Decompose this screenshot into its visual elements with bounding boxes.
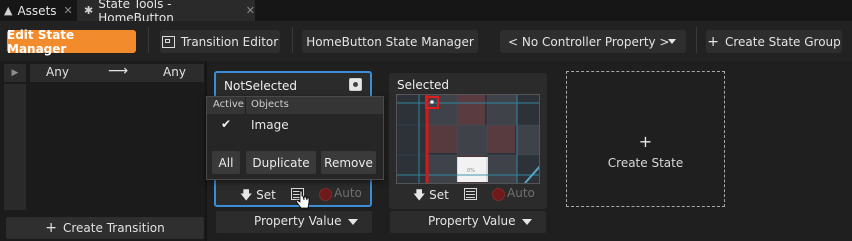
state-tools-icon: ✱ xyxy=(84,4,94,17)
property-value-dropdown[interactable]: Property Value xyxy=(216,211,372,233)
create-state-group-label: Create State Group xyxy=(724,34,841,49)
state-name: NotSelected xyxy=(224,79,298,93)
object-list-icon[interactable] xyxy=(464,188,477,200)
all-button[interactable]: All xyxy=(212,151,240,174)
set-label: Set xyxy=(256,188,276,202)
create-state-label: Create State xyxy=(607,156,684,170)
objects-table-header: Active Objects xyxy=(207,97,383,114)
plus-icon: + xyxy=(45,220,57,236)
plus-icon: + xyxy=(707,33,719,50)
remove-button[interactable]: Remove xyxy=(321,151,376,174)
plus-icon: + xyxy=(638,132,653,151)
create-transition-button[interactable]: + Create Transition xyxy=(6,217,204,239)
state-name: Selected xyxy=(397,78,450,92)
set-button[interactable]: 🡇 Set xyxy=(240,186,276,207)
column-active: Active xyxy=(213,99,244,110)
create-transition-label: Create Transition xyxy=(63,221,165,235)
set-button[interactable]: 🡇 Set xyxy=(413,186,449,207)
arrow-right-icon: ⟶ xyxy=(108,63,129,79)
all-label: All xyxy=(218,155,234,170)
active-checkbox[interactable]: ✔ xyxy=(221,117,231,131)
toolbar-divider xyxy=(292,27,293,53)
property-value-dropdown[interactable]: Property Value xyxy=(390,211,546,233)
toolbar-divider xyxy=(148,27,149,53)
state-manager-name-field[interactable]: HomeButton State Manager xyxy=(302,30,478,53)
transition-row[interactable]: ▶ Any ⟶ Any xyxy=(4,63,204,82)
chevron-down-icon xyxy=(348,219,358,225)
tab-bar: ▲ Assets ✕ ✱ State Tools - HomeButton ✕ xyxy=(0,0,852,25)
chevron-down-icon xyxy=(668,39,676,44)
transition-to: Any xyxy=(163,65,186,79)
arrow-down-icon: 🡇 xyxy=(413,188,426,202)
auto-record-icon[interactable] xyxy=(492,188,505,201)
state-preview-icon[interactable] xyxy=(349,78,362,91)
property-value-label: Property Value xyxy=(254,214,342,228)
duplicate-button[interactable]: Duplicate xyxy=(246,151,316,174)
chevron-down-icon xyxy=(522,219,532,225)
state-manager-name: HomeButton State Manager xyxy=(306,34,474,49)
play-icon[interactable]: ▶ xyxy=(4,64,26,82)
close-icon[interactable]: ✕ xyxy=(246,4,255,17)
edit-state-manager-label: Edit State Manager xyxy=(7,27,75,56)
tab-assets-label: Assets xyxy=(17,3,57,18)
column-divider xyxy=(245,97,246,114)
assets-icon: ▲ xyxy=(4,4,13,17)
close-icon[interactable]: ✕ xyxy=(64,4,73,17)
transition-editor-button[interactable]: Transition Editor xyxy=(160,30,280,53)
svg-text:0%: 0% xyxy=(467,168,475,174)
tab-assets[interactable]: ▲ Assets ✕ xyxy=(4,0,74,21)
transitions-panel xyxy=(0,61,205,241)
edit-state-manager-button[interactable]: Edit State Manager xyxy=(7,27,136,56)
auto-label: Auto xyxy=(334,186,362,200)
state-card-footer: 🡇 Set Auto xyxy=(389,185,547,203)
arrow-down-icon: 🡇 xyxy=(240,188,253,202)
set-label: Set xyxy=(429,188,449,202)
state-objects-popup: Active Objects ✔ Image All Duplicate Rem… xyxy=(206,96,384,180)
mouse-cursor-icon xyxy=(296,190,310,209)
controller-property-value: < No Controller Property > xyxy=(508,34,670,49)
tab-state-tools[interactable]: ✱ State Tools - HomeButton ✕ xyxy=(77,0,255,25)
create-state-button[interactable]: + Create State xyxy=(566,71,725,207)
auto-label: Auto xyxy=(507,186,535,200)
remove-label: Remove xyxy=(324,155,373,170)
transition-list-gutter xyxy=(4,84,26,210)
preview-image: 0% xyxy=(397,95,539,183)
toolbar-divider xyxy=(696,27,697,53)
transition-any-to-any[interactable]: Any ⟶ Any xyxy=(30,63,204,82)
property-value-label: Property Value xyxy=(428,214,516,228)
state-preview-thumbnail: 0% xyxy=(396,94,540,184)
transition-from: Any xyxy=(46,65,69,79)
create-state-group-button[interactable]: + Create State Group xyxy=(706,30,842,53)
object-name: Image xyxy=(251,118,289,132)
duplicate-label: Duplicate xyxy=(252,155,310,170)
auto-record-icon[interactable] xyxy=(319,188,332,201)
transition-editor-icon xyxy=(161,35,175,48)
state-card-footer: 🡇 Set Auto xyxy=(216,185,374,203)
column-objects: Objects xyxy=(251,99,289,110)
objects-table-row[interactable]: ✔ Image xyxy=(207,117,383,135)
transition-editor-label: Transition Editor xyxy=(180,34,279,49)
controller-property-dropdown[interactable]: < No Controller Property > xyxy=(500,30,686,53)
